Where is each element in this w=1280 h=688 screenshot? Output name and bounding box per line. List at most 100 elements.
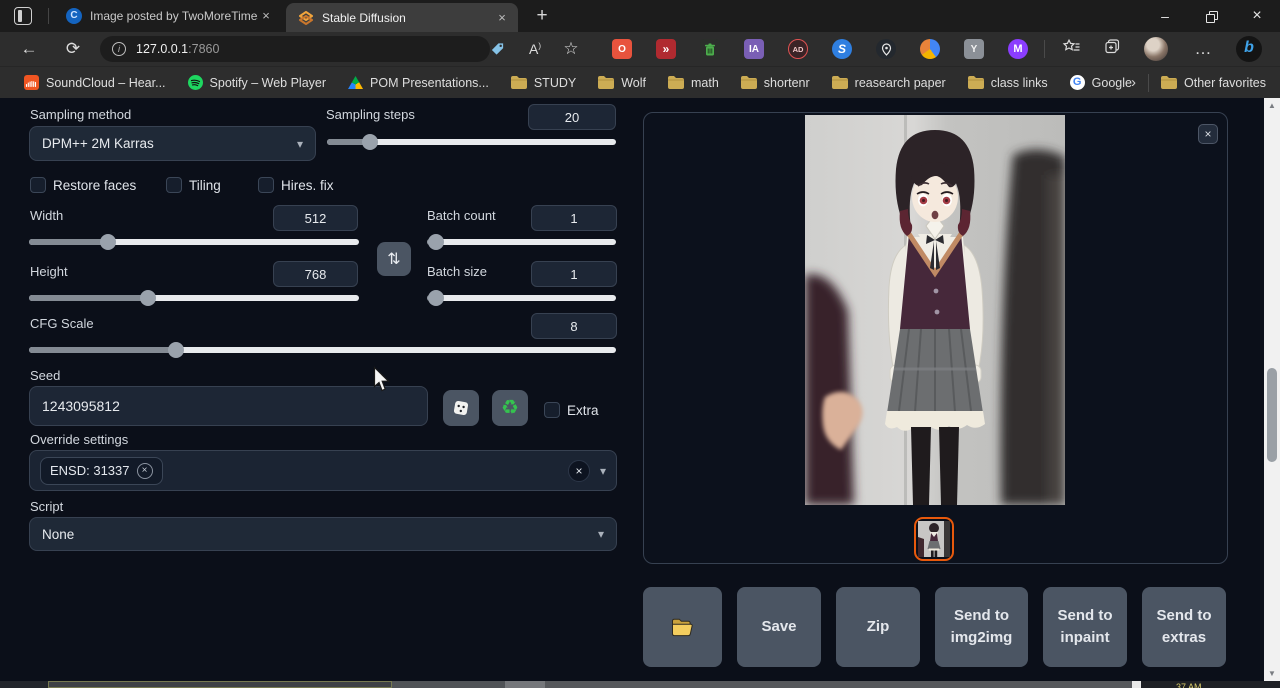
swap-dimensions-button[interactable]: ⇅ <box>377 242 411 276</box>
close-window-button[interactable]: × <box>1234 0 1280 32</box>
width-slider[interactable] <box>29 234 359 250</box>
slider-knob[interactable] <box>362 134 378 150</box>
generated-image[interactable] <box>805 115 1065 505</box>
batch-size-input[interactable] <box>531 261 617 287</box>
override-chip[interactable]: ENSD: 31337 × <box>40 457 163 485</box>
slider-knob[interactable] <box>100 234 116 250</box>
save-button[interactable]: Save <box>737 587 821 667</box>
extension-shazam-icon[interactable]: S <box>832 39 852 59</box>
address-bar[interactable]: i 127.0.0.1 :7860 <box>100 36 490 62</box>
spotify-icon <box>188 75 203 90</box>
favorites-list-icon[interactable] <box>1058 38 1084 60</box>
chevron-down-icon[interactable]: ▾ <box>600 464 606 478</box>
bookmark-spotify[interactable]: Spotify – Web Player <box>188 75 327 90</box>
bookmark-folder-wolf[interactable]: Wolf <box>598 76 646 90</box>
extension-trash-icon[interactable] <box>700 39 720 59</box>
new-tab-button[interactable]: + <box>530 5 554 29</box>
tab-civitai[interactable]: C Image posted by TwoMoreTimes × <box>54 0 282 32</box>
sampling-steps-input[interactable] <box>528 104 616 130</box>
send-to-img2img-button[interactable]: Send to img2img <box>935 587 1028 667</box>
extension-pin-icon[interactable] <box>876 39 896 59</box>
civitai-favicon-icon: C <box>66 8 82 24</box>
send-to-extras-button[interactable]: Send to extras <box>1142 587 1226 667</box>
taskbar-tray-chevron-icon[interactable] <box>1132 681 1141 688</box>
bookmark-google[interactable]: G Google <box>1070 75 1132 90</box>
taskbar-segment <box>505 681 545 688</box>
refresh-button[interactable]: ⟳ <box>60 39 86 59</box>
extension-speed-icon[interactable]: » <box>656 39 676 59</box>
bookmarks-overflow-icon[interactable]: › <box>1131 74 1136 91</box>
extra-checkbox[interactable] <box>544 402 560 418</box>
scroll-down-icon[interactable]: ▼ <box>1264 666 1280 681</box>
cfg-scale-input[interactable] <box>531 313 617 339</box>
bookmark-soundcloud[interactable]: SoundCloud – Hear... <box>24 75 166 90</box>
extension-y-icon[interactable]: Y <box>964 39 984 59</box>
sampling-method-label: Sampling method <box>30 107 131 122</box>
bookmark-other-favorites[interactable]: Other favorites <box>1161 76 1266 90</box>
bookmark-folder-research[interactable]: reasearch paper <box>832 76 946 90</box>
close-tab-icon[interactable]: × <box>258 8 274 24</box>
slider-knob[interactable] <box>428 234 444 250</box>
taskbar-active-app[interactable] <box>48 681 392 688</box>
bookmark-folder-shortenr[interactable]: shortenr <box>741 76 810 90</box>
bookmark-folder-study[interactable]: STUDY <box>511 76 576 90</box>
folder-icon <box>511 76 527 89</box>
favorite-star-icon[interactable]: ☆ <box>558 39 584 59</box>
cfg-scale-label: CFG Scale <box>30 316 94 331</box>
close-gallery-button[interactable]: × <box>1198 124 1218 144</box>
script-dropdown[interactable]: None ▾ <box>29 517 617 551</box>
open-folder-button[interactable] <box>643 587 722 667</box>
tab-actions-icon[interactable] <box>14 7 32 25</box>
width-input[interactable] <box>273 205 358 231</box>
taskbar-segment <box>545 681 1132 688</box>
hires-fix-checkbox[interactable] <box>258 177 274 193</box>
bookmark-folder-math[interactable]: math <box>668 76 719 90</box>
restore-faces-checkbox[interactable] <box>30 177 46 193</box>
site-info-icon[interactable]: i <box>112 42 126 56</box>
extension-ia-icon[interactable]: IA <box>744 39 764 59</box>
height-input[interactable] <box>273 261 358 287</box>
batch-count-label: Batch count <box>427 208 496 223</box>
send-to-inpaint-button[interactable]: Send to inpaint <box>1043 587 1127 667</box>
bookmark-folder-classlinks[interactable]: class links <box>968 76 1048 90</box>
collections-icon[interactable] <box>1100 38 1126 60</box>
extension-globe-icon[interactable] <box>920 39 940 59</box>
scroll-up-icon[interactable]: ▲ <box>1264 98 1280 113</box>
sampling-steps-slider[interactable] <box>327 134 616 150</box>
extension-adblock-icon[interactable]: AD <box>788 39 808 59</box>
bing-copilot-icon[interactable]: b <box>1236 36 1262 62</box>
clear-all-icon[interactable]: × <box>568 460 590 482</box>
close-tab-icon[interactable]: × <box>494 10 510 26</box>
batch-count-slider[interactable] <box>427 234 616 250</box>
random-seed-button[interactable] <box>443 390 479 426</box>
extension-o-icon[interactable]: O <box>612 39 632 59</box>
profile-avatar[interactable] <box>1144 37 1168 61</box>
page-scrollbar[interactable]: ▲ ▼ <box>1264 98 1280 681</box>
remove-chip-icon[interactable]: × <box>137 463 153 479</box>
batch-size-slider[interactable] <box>427 290 616 306</box>
slider-track <box>29 295 359 301</box>
sampling-method-dropdown[interactable]: DPM++ 2M Karras ▾ <box>29 126 316 161</box>
slider-knob[interactable] <box>168 342 184 358</box>
gallery-thumbnail-selected[interactable] <box>914 517 954 561</box>
extension-monica-icon[interactable]: M <box>1008 39 1028 59</box>
bookmark-pom[interactable]: POM Presentations... <box>348 76 489 90</box>
tiling-checkbox[interactable] <box>166 177 182 193</box>
seed-input[interactable] <box>29 386 428 426</box>
slider-knob[interactable] <box>140 290 156 306</box>
settings-menu-icon[interactable]: … <box>1190 39 1216 59</box>
shopping-tag-icon[interactable] <box>490 42 505 57</box>
override-settings-box[interactable]: ENSD: 31337 × × ▾ <box>29 450 617 491</box>
batch-count-input[interactable] <box>531 205 617 231</box>
tab-stable-diffusion[interactable]: Stable Diffusion × <box>286 3 518 32</box>
scrollbar-thumb[interactable] <box>1267 368 1277 462</box>
reuse-seed-button[interactable]: ♻ <box>492 390 528 426</box>
cfg-scale-slider[interactable] <box>29 342 616 358</box>
zip-button[interactable]: Zip <box>836 587 920 667</box>
back-button[interactable]: ← <box>16 39 42 59</box>
slider-knob[interactable] <box>428 290 444 306</box>
read-aloud-icon[interactable]: A) <box>522 41 548 57</box>
minimize-button[interactable]: – <box>1142 0 1188 32</box>
restore-button[interactable] <box>1188 0 1234 32</box>
height-slider[interactable] <box>29 290 359 306</box>
